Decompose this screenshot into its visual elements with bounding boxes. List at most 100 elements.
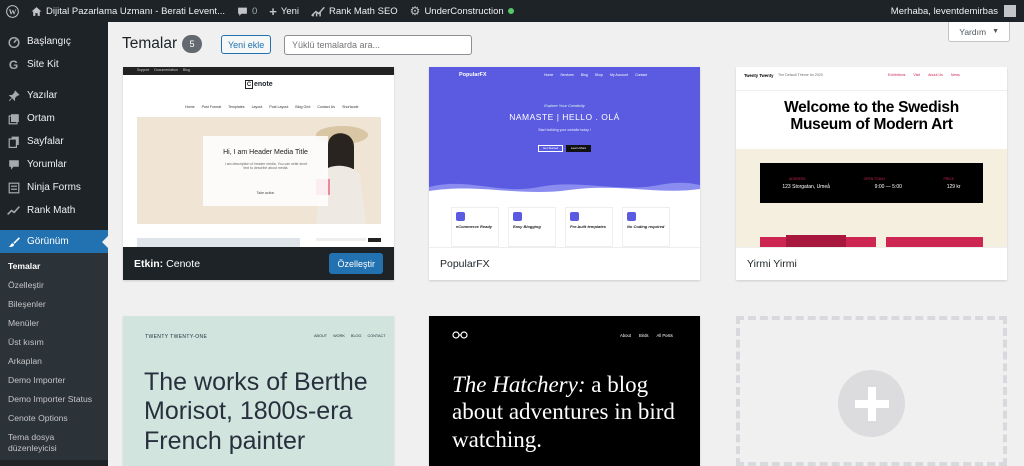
tt-info-label: ADDRESS bbox=[789, 177, 806, 181]
caret-down-icon: ▼ bbox=[992, 28, 999, 35]
popularfx-nav-item: My Account bbox=[609, 73, 629, 77]
comments-link[interactable]: 0 bbox=[231, 0, 263, 22]
wordpress-logo-menu[interactable]: W bbox=[0, 0, 25, 22]
tt-nav-item: Visit bbox=[913, 73, 921, 77]
menu-dashboard-label: Başlangıç bbox=[27, 36, 71, 47]
google-g-icon: G bbox=[8, 57, 19, 72]
hatchery-headline: The Hatchery: a blog about adventures in… bbox=[452, 371, 687, 453]
submenu-demo-importer[interactable]: Demo Importer bbox=[0, 371, 108, 390]
theme-screenshot-cenote[interactable]: Support Documentation Blog C enote Home … bbox=[123, 67, 394, 247]
popularfx-nav-item: Blog bbox=[580, 73, 588, 77]
wordpress-icon: W bbox=[6, 4, 19, 18]
popularfx-sub: Start building your website today ! bbox=[538, 128, 591, 132]
submenu-themes[interactable]: Temalar bbox=[0, 257, 108, 276]
popularfx-btn-get-started: Get Started bbox=[538, 145, 563, 152]
comment-bubble-icon bbox=[237, 6, 248, 17]
submenu-widgets[interactable]: Bileşenler bbox=[0, 295, 108, 314]
tt-nav-item: Exhibitions bbox=[888, 73, 906, 77]
theme-bar-popularfx: PopularFX bbox=[429, 247, 700, 280]
home-icon bbox=[31, 6, 42, 17]
site-name-link[interactable]: Dijital Pazarlama Uzmanı - Berati Levent… bbox=[25, 0, 231, 22]
menu-comments[interactable]: Yorumlar bbox=[0, 153, 108, 176]
menu-comments-label: Yorumlar bbox=[27, 159, 67, 170]
menu-pages[interactable]: Sayfalar bbox=[0, 130, 108, 153]
theme-screenshot-twentytwenty[interactable]: Twenty Twenty The Default Theme for 2020… bbox=[736, 67, 1007, 247]
chart-icon bbox=[7, 204, 20, 217]
submenu-cenote-options[interactable]: Cenote Options bbox=[0, 409, 108, 428]
cenote-nav-item: Home bbox=[185, 105, 195, 109]
submenu-header[interactable]: Üst kısım bbox=[0, 333, 108, 352]
menu-ninjaforms[interactable]: Ninja Forms bbox=[0, 176, 108, 199]
tt-site-desc: The Default Theme for 2020 bbox=[778, 73, 823, 77]
theme-screenshot-hatchery[interactable]: About Birds All Posts The Hatchery: a bl… bbox=[429, 316, 700, 466]
cenote-hero-box bbox=[203, 136, 328, 206]
active-prefix: Etkin: bbox=[134, 257, 164, 270]
menu-media-label: Ortam bbox=[27, 113, 55, 124]
tt1-site-name: TWENTY TWENTY-ONE bbox=[145, 334, 208, 340]
greeting: Merhaba, leventdemirbas bbox=[890, 5, 998, 17]
theme-card-twentytwentyone[interactable]: TWENTY TWENTY-ONE ABOUT WORK BLOG CONTAC… bbox=[123, 316, 394, 466]
tt-info-bar bbox=[760, 163, 983, 203]
popularfx-feature: Easy Blogging bbox=[513, 224, 541, 229]
tt-info-label: PRICE bbox=[943, 177, 954, 181]
plus-icon: + bbox=[269, 3, 277, 19]
theme-screenshot-twentytwentyone[interactable]: TWENTY TWENTY-ONE ABOUT WORK BLOG CONTAC… bbox=[123, 316, 394, 466]
submenu-menus[interactable]: Menüler bbox=[0, 314, 108, 333]
tt-info-value: 123 Storgatan, Umeå bbox=[782, 184, 830, 190]
menu-rankmath[interactable]: Rank Math bbox=[0, 199, 108, 222]
hatchery-nav-item: About bbox=[620, 333, 631, 338]
tt-nav-item: News bbox=[950, 73, 960, 77]
cenote-hero-title: Hi, I am Header Media Title bbox=[223, 149, 308, 156]
tt1-nav-item: WORK bbox=[333, 334, 345, 338]
cenote-nav-item: Post Layout bbox=[269, 105, 289, 109]
tt1-nav-item: BLOG bbox=[350, 334, 362, 338]
theme-name-popularfx: PopularFX bbox=[440, 258, 490, 270]
rankmath-link[interactable]: Rank Math SEO bbox=[305, 0, 404, 22]
tt-nav-item: About Us bbox=[928, 73, 943, 77]
main-content: Temalar 5 Yeni ekle Yardım ▼ Support Docu… bbox=[108, 22, 1024, 466]
underconstruction-link[interactable]: ⚙ UnderConstruction bbox=[404, 0, 520, 22]
pages-icon bbox=[7, 135, 20, 148]
cenote-logo-badge: C bbox=[245, 80, 253, 89]
popularfx-btn-learn-more: Learn More bbox=[566, 145, 591, 152]
menu-appearance[interactable]: Görünüm bbox=[0, 230, 108, 253]
theme-card-cenote[interactable]: Support Documentation Blog C enote Home … bbox=[123, 67, 394, 280]
help-tab-button[interactable]: Yardım ▼ bbox=[948, 22, 1010, 42]
menu-sitekit[interactable]: G Site Kit bbox=[0, 53, 108, 76]
status-dot bbox=[507, 8, 514, 14]
theme-card-popularfx[interactable]: PopularFX Home Services Blog Shop My Acc… bbox=[429, 67, 700, 280]
menu-ninjaforms-label: Ninja Forms bbox=[27, 182, 81, 193]
submenu-background[interactable]: Arkaplan bbox=[0, 352, 108, 371]
theme-card-hatchery[interactable]: About Birds All Posts The Hatchery: a bl… bbox=[429, 316, 700, 466]
theme-screenshot-popularfx[interactable]: PopularFX Home Services Blog Shop My Acc… bbox=[429, 67, 700, 247]
popularfx-nav-item: Contact bbox=[635, 73, 648, 77]
menu-pages-label: Sayfalar bbox=[27, 136, 64, 147]
brush-icon bbox=[7, 235, 20, 248]
svg-text:W: W bbox=[9, 7, 17, 16]
page-title: Temalar bbox=[122, 35, 178, 52]
submenu-demo-importer-status[interactable]: Demo Importer Status bbox=[0, 390, 108, 409]
admin-sidebar: Başlangıç G Site Kit Yazılar Ortam Sayfal… bbox=[0, 22, 108, 466]
popularfx-tagline: Explore Your Creativity bbox=[544, 103, 585, 108]
dashboard-icon bbox=[7, 35, 20, 48]
menu-posts[interactable]: Yazılar bbox=[0, 84, 108, 107]
theme-search-input[interactable] bbox=[284, 35, 472, 55]
cenote-topbar-link: Documentation bbox=[154, 68, 178, 72]
tt-headline: Welcome to the Swedish Museum of Modern … bbox=[784, 99, 959, 134]
cenote-nav-item: Post Format bbox=[201, 105, 222, 109]
submenu-theme-editor[interactable]: Tema dosya düzenleyicisi bbox=[0, 428, 108, 458]
cenote-nav-item: Shortcode bbox=[342, 105, 359, 109]
popularfx-feature: eCommerce Ready bbox=[456, 224, 493, 229]
submenu-customize[interactable]: Özelleştir bbox=[0, 276, 108, 295]
tt-info-value: 9:00 — 5:00 bbox=[874, 184, 902, 190]
new-content-link[interactable]: + Yeni bbox=[263, 0, 305, 22]
customize-button[interactable]: Özelleştir bbox=[329, 253, 383, 274]
menu-dashboard[interactable]: Başlangıç bbox=[0, 30, 108, 53]
tt1-nav-item: ABOUT bbox=[314, 334, 328, 338]
add-new-theme-card[interactable] bbox=[736, 316, 1007, 466]
media-icon bbox=[7, 112, 20, 125]
menu-media[interactable]: Ortam bbox=[0, 107, 108, 130]
theme-card-twentytwenty[interactable]: Twenty Twenty The Default Theme for 2020… bbox=[736, 67, 1007, 280]
my-account-link[interactable]: Merhaba, leventdemirbas bbox=[885, 0, 1024, 22]
add-new-theme-button[interactable]: Yeni ekle bbox=[221, 35, 272, 54]
